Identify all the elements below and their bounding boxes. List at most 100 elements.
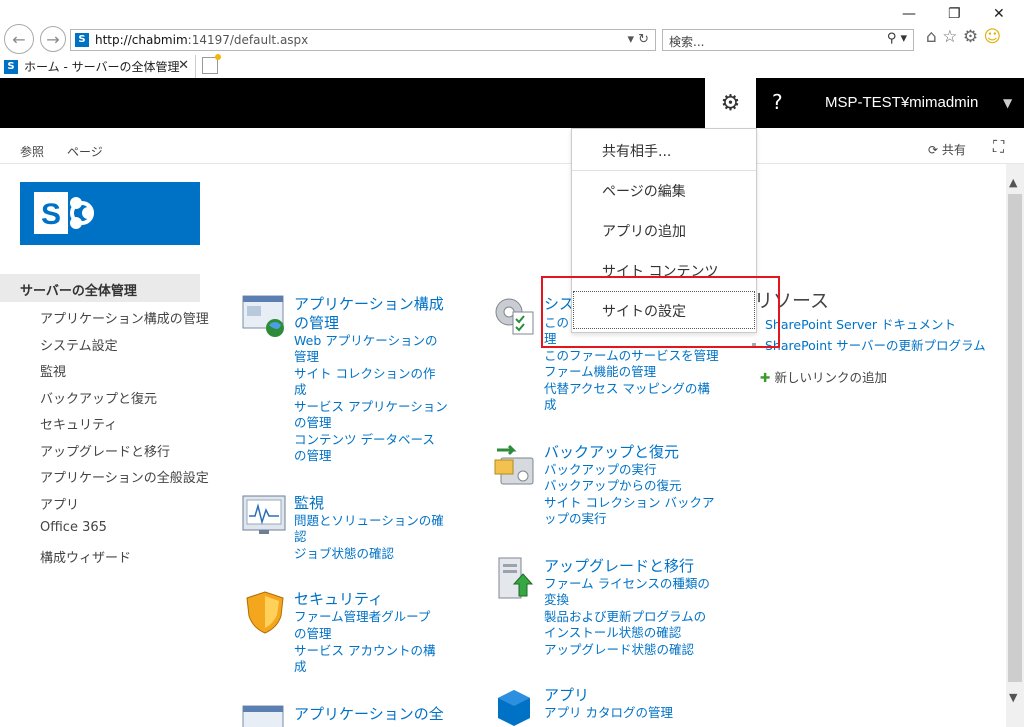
link-convert-license-2[interactable]: 変換: [544, 592, 569, 609]
link-problems-solutions-2[interactable]: 認: [294, 529, 307, 546]
leftnav-item[interactable]: アプリ: [40, 494, 79, 513]
favorites-star-icon[interactable]: ☆: [942, 27, 957, 47]
link-farm-features[interactable]: ファーム機能の管理: [544, 364, 656, 381]
link-alternate-access-2[interactable]: 成: [544, 397, 557, 414]
vertical-scrollbar[interactable]: ▲ ▼: [1006, 164, 1024, 727]
new-tab-icon[interactable]: [202, 54, 221, 74]
link-job-status[interactable]: ジョブ状態の確認: [294, 546, 394, 563]
link-upgrade-status[interactable]: アップグレード状態の確認: [544, 642, 694, 659]
menu-item-share[interactable]: 共有相手...: [602, 141, 671, 161]
security-shield-icon: [246, 591, 284, 634]
link-sharepoint-docs[interactable]: SharePoint Server ドキュメント: [765, 314, 956, 333]
link-farm-admin-group[interactable]: ファーム管理者グループ: [294, 609, 430, 626]
arrow-left-icon: ←: [12, 29, 26, 49]
search-icon[interactable]: ⚲ ▾: [887, 31, 907, 46]
browser-tab[interactable]: S ホーム - サーバーの全体管理 ✕: [0, 55, 196, 78]
link-content-db-2[interactable]: の管理: [294, 448, 332, 465]
link-site-collection-backup[interactable]: サイト コレクション バックア: [544, 495, 714, 512]
scroll-up-icon[interactable]: ▲: [1009, 176, 1017, 189]
link-convert-license[interactable]: ファーム ライセンスの種類の: [544, 576, 710, 593]
tab-title: ホーム - サーバーの全体管理: [24, 60, 180, 74]
link-site-collection-backup-2[interactable]: ップの実行: [544, 511, 607, 528]
category-title-upgrade[interactable]: アップグレードと移行: [544, 557, 694, 576]
url-host: http://chabmim: [95, 33, 188, 47]
link-service-accounts-2[interactable]: 成: [294, 659, 307, 676]
backup-restore-icon: [494, 444, 534, 485]
add-link-label: 新しいリンクの追加: [774, 370, 887, 385]
general-settings-icon: [242, 705, 284, 727]
share-button[interactable]: ⟳ 共有: [928, 141, 966, 158]
settings-gear-button[interactable]: ⚙: [705, 78, 756, 128]
link-alternate-access[interactable]: 代替アクセス マッピングの構: [544, 381, 710, 398]
link-install-status-2[interactable]: インストール状態の確認: [544, 625, 681, 642]
home-icon[interactable]: ⌂: [926, 27, 937, 47]
leftnav-item[interactable]: システム設定: [40, 335, 118, 354]
focus-content-icon[interactable]: ⛶: [993, 137, 1004, 157]
leftnav-item[interactable]: 監視: [40, 361, 66, 380]
chevron-down-icon[interactable]: ▼: [1003, 96, 1012, 110]
category-title-general[interactable]: アプリケーションの全: [294, 705, 444, 724]
monitoring-icon: [242, 495, 286, 534]
scroll-thumb[interactable]: [1008, 194, 1022, 682]
user-menu[interactable]: MSP-TEST¥mimadmin: [825, 94, 978, 111]
link-create-site-collection[interactable]: サイト コレクションの作: [294, 366, 435, 383]
link-restore-backup[interactable]: バックアップからの復元: [544, 478, 682, 495]
leftnav-item[interactable]: アプリケーションの全般設定: [40, 467, 209, 486]
smiley-feedback-icon[interactable]: ☺: [984, 27, 1002, 47]
category-title-backup[interactable]: バックアップと復元: [544, 443, 679, 462]
close-window-icon[interactable]: ✕: [993, 6, 1005, 22]
link-app-catalog[interactable]: アプリ カタログの管理: [544, 705, 673, 722]
link-service-apps[interactable]: サービス アプリケーション: [294, 399, 448, 416]
search-input[interactable]: 検索... ⚲ ▾: [662, 29, 914, 51]
leftnav-item[interactable]: セキュリティ: [40, 414, 117, 433]
forward-button[interactable]: →: [40, 26, 66, 52]
link-install-status[interactable]: 製品および更新プログラムの: [544, 609, 706, 626]
sharepoint-favicon-icon: S: [75, 33, 89, 47]
link-sharepoint-updates[interactable]: SharePoint サーバーの更新プログラム: [765, 335, 986, 354]
leftnav-item[interactable]: 構成ウィザード: [40, 547, 131, 566]
link-service-apps-2[interactable]: の管理: [294, 415, 332, 432]
link-service-accounts[interactable]: サービス アカウントの構: [294, 643, 435, 660]
link-content-db[interactable]: コンテンツ データベース: [294, 432, 435, 449]
link-problems-solutions[interactable]: 問題とソリューションの確: [294, 513, 444, 530]
address-bar[interactable]: S http://chabmim:14197/default.aspx ▾ ↻: [70, 29, 656, 51]
help-icon[interactable]: ?: [772, 90, 783, 114]
gear-icon: ⚙: [720, 90, 741, 116]
minimize-icon[interactable]: —: [902, 6, 916, 22]
leftnav-item[interactable]: Office 365: [40, 520, 107, 535]
link-webapp-manage[interactable]: Web アプリケーションの: [294, 333, 437, 350]
category-title-security[interactable]: セキュリティ: [294, 590, 383, 609]
link-webapp-manage-2[interactable]: 管理: [294, 349, 319, 366]
scroll-down-icon[interactable]: ▼: [1009, 691, 1017, 704]
browser-tools: ⌂ ☆ ⚙ ☺: [926, 27, 1001, 47]
menu-item-edit-page[interactable]: ページの編集: [602, 181, 686, 201]
category-title-monitoring[interactable]: 監視: [294, 494, 324, 513]
leftnav-item[interactable]: アップグレードと移行: [40, 441, 170, 460]
url-path: :14197/default.aspx: [187, 33, 309, 47]
sharepoint-logo-icon: S: [34, 192, 94, 234]
settings-gear-icon[interactable]: ⚙: [963, 27, 978, 47]
category-title-app-management-1[interactable]: アプリケーション構成: [294, 295, 444, 314]
link-perform-backup[interactable]: バックアップの実行: [544, 462, 657, 479]
plus-icon: ✚: [760, 370, 771, 385]
search-placeholder: 検索...: [669, 35, 705, 49]
link-farm-services[interactable]: このファームのサービスを管理: [544, 348, 719, 365]
menu-item-add-app[interactable]: アプリの追加: [602, 221, 686, 241]
link-create-site-collection-2[interactable]: 成: [294, 382, 307, 399]
sharepoint-logo[interactable]: S: [20, 182, 200, 245]
tab-favicon-icon: S: [4, 59, 18, 74]
restore-icon[interactable]: ❐: [948, 6, 961, 22]
tab-close-icon[interactable]: ✕: [178, 58, 189, 73]
add-new-link[interactable]: ✚ 新しいリンクの追加: [760, 367, 887, 386]
leftnav-current[interactable]: サーバーの全体管理: [0, 274, 200, 302]
back-button[interactable]: ←: [4, 24, 34, 54]
leftnav-item[interactable]: アプリケーション構成の管理: [40, 308, 209, 327]
tab-browse[interactable]: 参照: [20, 143, 44, 160]
leftnav-item[interactable]: バックアップと復元: [40, 388, 157, 407]
category-title-apps[interactable]: アプリ: [544, 686, 589, 705]
link-farm-admin-group-2[interactable]: の管理: [294, 626, 332, 643]
refresh-icon[interactable]: ▾ ↻: [627, 32, 649, 47]
tab-page[interactable]: ページ: [67, 143, 103, 160]
application-management-icon: [242, 295, 284, 337]
category-title-app-management-2[interactable]: の管理: [294, 314, 339, 333]
